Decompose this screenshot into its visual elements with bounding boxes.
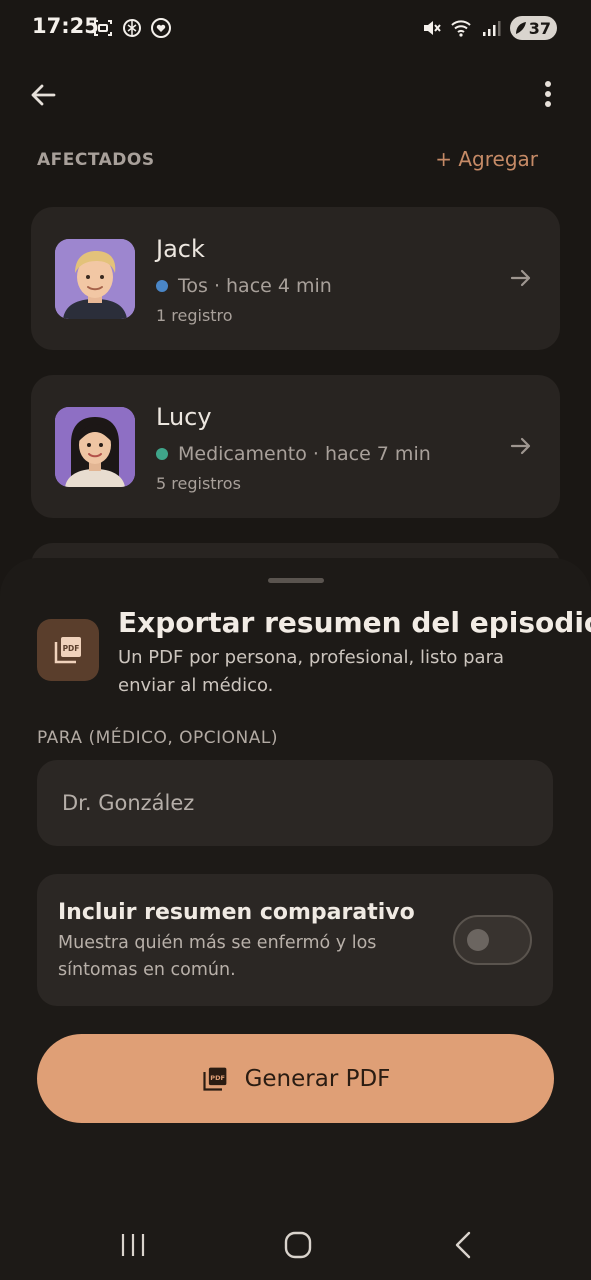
battery-saver-icon bbox=[515, 22, 526, 34]
person-status: Medicamento · hace 7 min bbox=[156, 443, 431, 465]
back-icon[interactable] bbox=[447, 1228, 481, 1262]
recipient-input[interactable] bbox=[37, 760, 553, 846]
comparative-summary-card: Incluir resumen comparativo Muestra quié… bbox=[37, 874, 553, 1006]
sheet-subtitle: Un PDF por persona, profesional, listo p… bbox=[118, 647, 505, 696]
recents-icon[interactable] bbox=[116, 1228, 150, 1262]
battery-level: 37 bbox=[528, 18, 551, 38]
arrow-right-icon bbox=[510, 437, 531, 455]
status-dot bbox=[156, 280, 168, 292]
person-name: Jack bbox=[156, 235, 205, 263]
toggle-knob bbox=[467, 929, 489, 951]
recipient-label: PARA (MÉDICO, OPCIONAL) bbox=[37, 728, 278, 748]
pdf-icon: PDF bbox=[202, 1067, 226, 1091]
person-card-jack[interactable]: Jack Tos · hace 4 min 1 registro bbox=[31, 207, 560, 350]
health-icon bbox=[151, 18, 171, 38]
pdf-icon-tile: PDF bbox=[37, 619, 99, 681]
svg-text:PDF: PDF bbox=[63, 644, 80, 653]
avatar-lucy-image bbox=[55, 407, 135, 487]
arrow-left-icon[interactable] bbox=[26, 78, 60, 112]
avatar bbox=[55, 239, 135, 319]
export-bottom-sheet: PDF Exportar resumen del episodio Un PDF… bbox=[0, 558, 591, 1280]
arrow-right-icon bbox=[510, 269, 531, 287]
person-status: Tos · hace 4 min bbox=[156, 275, 332, 297]
pdf-icon: PDF bbox=[54, 637, 81, 664]
generate-pdf-button[interactable]: PDF Generar PDF bbox=[37, 1034, 554, 1123]
screenshot-icon bbox=[94, 20, 112, 36]
status-left-icons bbox=[92, 17, 172, 39]
person-record-count: 5 registros bbox=[156, 474, 241, 493]
battery-indicator: 37 bbox=[509, 16, 557, 40]
status-time: 17:25 bbox=[32, 14, 99, 38]
sheet-title: Exportar resumen del episodio bbox=[118, 606, 591, 639]
generate-pdf-label: Generar PDF bbox=[244, 1065, 391, 1092]
status-right: 37 bbox=[420, 16, 557, 40]
section-title-affected: AFECTADOS bbox=[37, 150, 155, 170]
wifi-icon bbox=[451, 20, 471, 37]
person-status-text: Tos · hace 4 min bbox=[178, 275, 332, 297]
status-bar: 17:25 37 bbox=[0, 0, 591, 56]
svg-text:PDF: PDF bbox=[210, 1073, 225, 1081]
more-vertical-icon[interactable] bbox=[536, 78, 560, 112]
avatar-jack-image bbox=[55, 239, 135, 319]
avatar bbox=[55, 407, 135, 487]
comparative-summary-title: Incluir resumen comparativo bbox=[58, 900, 415, 925]
person-record-count: 1 registro bbox=[156, 306, 233, 325]
person-card-lucy[interactable]: Lucy Medicamento · hace 7 min 5 registro… bbox=[31, 375, 560, 518]
add-person-button[interactable]: + Agregar bbox=[435, 147, 538, 171]
comparative-summary-description: Muestra quién más se enfermó y los sínto… bbox=[58, 933, 377, 980]
home-icon[interactable] bbox=[281, 1228, 315, 1262]
person-status-text: Medicamento · hace 7 min bbox=[178, 443, 431, 465]
status-dot bbox=[156, 448, 168, 460]
system-nav-bar bbox=[0, 1210, 591, 1280]
comparative-summary-toggle[interactable] bbox=[453, 915, 532, 965]
person-name: Lucy bbox=[156, 403, 212, 431]
signal-icon bbox=[482, 21, 501, 36]
chatgpt-icon bbox=[123, 19, 141, 37]
sheet-drag-handle[interactable] bbox=[268, 578, 324, 583]
mute-icon bbox=[423, 21, 441, 35]
